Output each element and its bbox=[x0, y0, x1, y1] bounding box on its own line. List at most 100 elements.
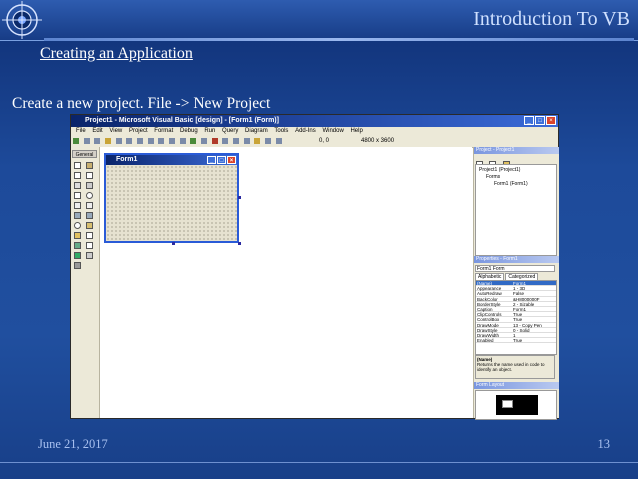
data-view-icon[interactable] bbox=[275, 138, 282, 144]
menu-diagram[interactable]: Diagram bbox=[245, 128, 268, 134]
slide-subtitle: Creating an Application bbox=[40, 45, 193, 62]
menu-debug[interactable]: Debug bbox=[180, 128, 198, 134]
project-tree: Project1 (Project1) Forms Form1 (Form1) bbox=[475, 164, 557, 256]
menu-help[interactable]: Help bbox=[350, 128, 362, 134]
textbox-tool-icon[interactable] bbox=[86, 172, 93, 179]
vscrollbar-tool-icon[interactable] bbox=[86, 212, 93, 219]
header-title: Introduction To VB bbox=[473, 8, 630, 30]
menu-project[interactable]: Project bbox=[129, 128, 148, 134]
tree-item-forms[interactable]: Forms bbox=[486, 174, 500, 180]
layout-form-preview[interactable] bbox=[502, 400, 513, 408]
undo-icon[interactable] bbox=[169, 138, 176, 144]
menu-view[interactable]: View bbox=[109, 128, 122, 134]
filelistbox-tool-icon[interactable] bbox=[86, 232, 93, 239]
add-project-icon[interactable] bbox=[73, 138, 79, 144]
property-description: (Name) Returns the name used in code to … bbox=[475, 355, 555, 379]
find-icon[interactable] bbox=[158, 138, 165, 144]
menu-editor-icon[interactable] bbox=[94, 138, 101, 144]
right-panels: Project - Project1 Project1 (Project1) F… bbox=[473, 147, 559, 420]
add-form-icon[interactable] bbox=[83, 138, 90, 144]
form1-minimize-icon[interactable]: _ bbox=[207, 156, 216, 164]
footer-divider bbox=[0, 462, 638, 463]
close-icon[interactable]: × bbox=[546, 116, 556, 125]
layout-monitor-preview bbox=[496, 395, 538, 415]
form1-title: Form1 bbox=[116, 156, 138, 163]
maximize-icon[interactable]: □ bbox=[535, 116, 545, 125]
dirlistbox-tool-icon[interactable] bbox=[74, 232, 81, 239]
header-bar: Introduction To VB bbox=[0, 0, 638, 41]
form1-maximize-icon[interactable]: □ bbox=[217, 156, 226, 164]
paste-icon[interactable] bbox=[147, 138, 154, 144]
form1-designer-window[interactable]: Form1 _ □ × bbox=[104, 153, 239, 243]
form-layout-icon[interactable] bbox=[243, 138, 250, 144]
picturebox-tool-icon[interactable] bbox=[86, 162, 93, 169]
tree-item-form1[interactable]: Form1 (Form1) bbox=[494, 181, 528, 187]
slide-body-text: Create a new project. File -> New Projec… bbox=[12, 95, 271, 112]
frame-tool-icon[interactable] bbox=[74, 182, 81, 189]
ole-tool-icon[interactable] bbox=[74, 262, 81, 269]
page-number: 13 bbox=[597, 437, 611, 451]
footer-date: June 21, 2017 bbox=[38, 437, 108, 451]
menu-window[interactable]: Window bbox=[322, 128, 343, 134]
menu-run[interactable]: Run bbox=[204, 128, 215, 134]
save-icon[interactable] bbox=[115, 138, 122, 144]
logo-target-icon bbox=[2, 1, 42, 39]
slide: Introduction To VB Creating an Applicati… bbox=[0, 0, 638, 479]
open-icon[interactable] bbox=[105, 138, 112, 144]
line-tool-icon[interactable] bbox=[86, 242, 93, 249]
shape-tool-icon[interactable] bbox=[74, 242, 81, 249]
menu-query[interactable]: Query bbox=[222, 128, 238, 134]
listbox-tool-icon[interactable] bbox=[86, 202, 93, 209]
data-tool-icon[interactable] bbox=[86, 252, 93, 259]
form1-close-icon[interactable]: × bbox=[227, 156, 236, 164]
vb-window-title: Project1 - Microsoft Visual Basic [desig… bbox=[85, 117, 279, 124]
image-tool-icon[interactable] bbox=[74, 252, 81, 259]
checkbox-tool-icon[interactable] bbox=[74, 192, 81, 199]
optionbutton-tool-icon[interactable] bbox=[86, 192, 93, 199]
pointer-tool-icon[interactable] bbox=[74, 162, 81, 169]
cut-icon[interactable] bbox=[126, 138, 133, 144]
redo-icon[interactable] bbox=[179, 138, 186, 144]
menu-edit[interactable]: Edit bbox=[92, 128, 102, 134]
project-panel-title: Project - Project1 bbox=[474, 147, 559, 154]
copy-icon[interactable] bbox=[137, 138, 144, 144]
form-resize-handle-right[interactable] bbox=[238, 196, 241, 199]
form-layout-panel bbox=[475, 390, 557, 420]
menu-addins[interactable]: Add-Ins bbox=[295, 128, 316, 134]
form-resize-handle-bottom[interactable] bbox=[172, 242, 175, 245]
property-description-text: Returns the name used in code to identif… bbox=[477, 362, 545, 372]
form1-title-bar: Form1 _ □ × bbox=[106, 155, 237, 165]
drivelistbox-tool-icon[interactable] bbox=[86, 222, 93, 229]
form-layout-panel-title: Form Layout bbox=[474, 382, 559, 389]
start-icon[interactable] bbox=[190, 138, 197, 144]
toolbar-position-readout: 0, 0 bbox=[319, 138, 330, 144]
properties-object-combo[interactable]: Form1 Form bbox=[475, 265, 555, 272]
vb-ide-screenshot: Project1 - Microsoft Visual Basic [desig… bbox=[70, 114, 559, 420]
combobox-tool-icon[interactable] bbox=[74, 202, 81, 209]
vb-title-bar: Project1 - Microsoft Visual Basic [desig… bbox=[71, 115, 558, 127]
toolbox-icon[interactable] bbox=[265, 138, 272, 144]
minimize-icon[interactable]: _ bbox=[524, 116, 534, 125]
form1-grid-surface[interactable] bbox=[106, 165, 237, 241]
toolbox-general-tab[interactable]: General bbox=[72, 150, 97, 158]
commandbutton-tool-icon[interactable] bbox=[86, 182, 93, 189]
menu-file[interactable]: File bbox=[76, 128, 86, 134]
object-browser-icon[interactable] bbox=[254, 138, 261, 144]
properties-panel-title: Properties - Form1 bbox=[474, 256, 559, 263]
break-icon[interactable] bbox=[201, 138, 208, 144]
form-resize-handle-corner[interactable] bbox=[238, 242, 241, 245]
project-explorer-icon[interactable] bbox=[222, 138, 229, 144]
hscrollbar-tool-icon[interactable] bbox=[74, 212, 81, 219]
properties-list: (Name) Form1 Appearance 1 - 3D AutoRedraw F… bbox=[475, 280, 557, 355]
label-tool-icon[interactable] bbox=[74, 172, 81, 179]
properties-window-icon[interactable] bbox=[233, 138, 240, 144]
toolbox-panel: General bbox=[71, 147, 100, 418]
menu-tools[interactable]: Tools bbox=[274, 128, 288, 134]
tree-item-project[interactable]: Project1 (Project1) bbox=[479, 167, 520, 173]
timer-tool-icon[interactable] bbox=[74, 222, 81, 229]
toolbar-size-readout: 4800 x 3600 bbox=[361, 138, 395, 144]
property-row[interactable]: Enabled True bbox=[476, 338, 556, 344]
menu-format[interactable]: Format bbox=[154, 128, 173, 134]
end-icon[interactable] bbox=[211, 138, 218, 144]
vb-menu-bar: File Edit View Project Format Debug Run … bbox=[71, 127, 558, 136]
